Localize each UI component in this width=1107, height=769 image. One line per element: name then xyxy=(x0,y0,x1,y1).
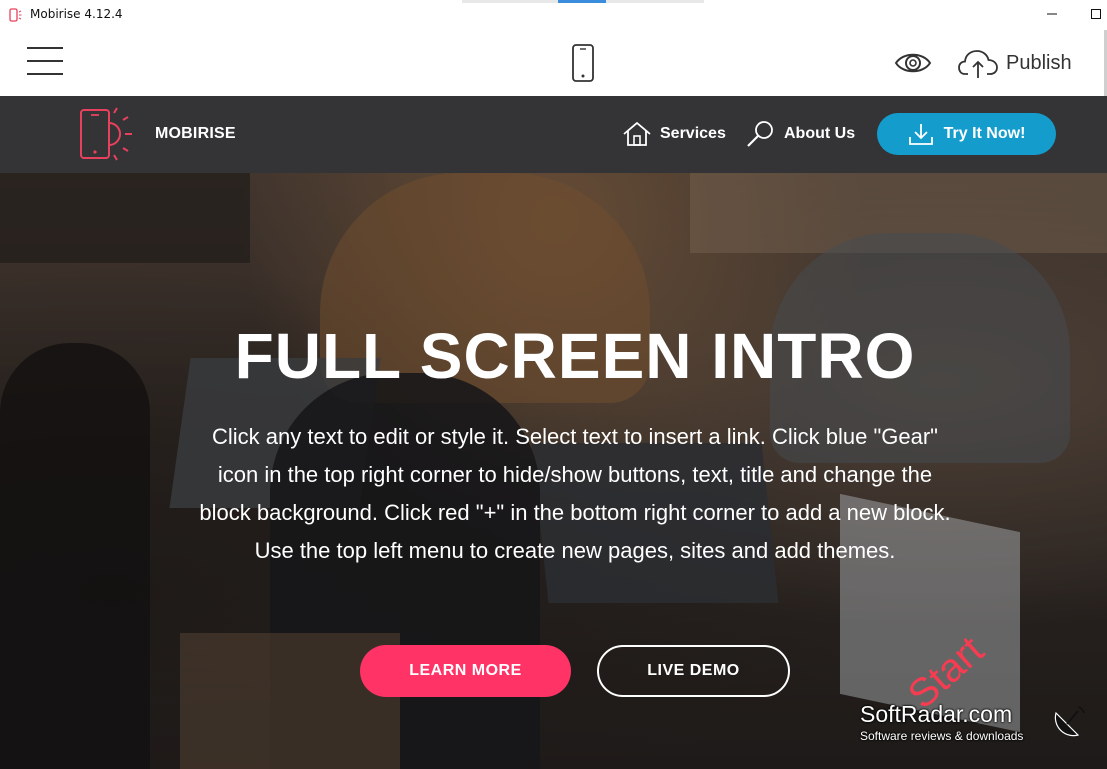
search-icon xyxy=(747,121,773,147)
satellite-dish-icon xyxy=(1054,706,1085,737)
nav-link-services[interactable]: Services xyxy=(622,120,726,148)
download-icon xyxy=(908,124,933,145)
cloud-upload-icon xyxy=(958,50,998,78)
editor-toolbar: Publish xyxy=(0,30,1107,96)
publish-label: Publish xyxy=(1006,51,1072,74)
nav-link-about-us[interactable]: About Us xyxy=(746,120,855,148)
window-titlebar: Mobirise 4.12.4 xyxy=(0,0,1107,31)
mobirise-app-icon xyxy=(9,8,22,22)
site-navbar: MOBIRISE Services About Us Try It Now! xyxy=(0,96,1107,173)
hero-title[interactable]: FULL SCREEN INTRO xyxy=(0,319,1107,393)
hamburger-icon xyxy=(27,47,63,49)
hamburger-icon-line xyxy=(27,73,63,75)
minimize-icon xyxy=(1047,13,1057,15)
mobile-view-button[interactable] xyxy=(571,44,595,82)
phone-sun-logo[interactable] xyxy=(78,106,142,162)
brand-name[interactable]: MOBIRISE xyxy=(155,125,236,143)
softradar-watermark: SoftRadar.com Software reviews & downloa… xyxy=(858,701,1098,751)
live-demo-button[interactable]: LIVE DEMO xyxy=(597,645,790,697)
hero-section[interactable]: FULL SCREEN INTRO Click any text to edit… xyxy=(0,173,1107,769)
hero-text[interactable]: Click any text to edit or style it. Sele… xyxy=(193,418,957,570)
hamburger-icon-line xyxy=(27,60,63,62)
learn-more-button[interactable]: LEARN MORE xyxy=(360,645,571,697)
nav-link-label: About Us xyxy=(784,125,856,142)
try-it-now-label: Try It Now! xyxy=(943,125,1026,142)
maximize-icon xyxy=(1091,9,1101,19)
active-tab-indicator xyxy=(558,0,606,3)
window-title: Mobirise 4.12.4 xyxy=(30,7,123,21)
watermark-name: SoftRadar.com xyxy=(860,701,1013,727)
main-menu-button[interactable] xyxy=(27,46,63,76)
home-icon xyxy=(623,121,651,146)
maximize-button[interactable] xyxy=(1086,4,1106,24)
nav-link-label: Services xyxy=(660,125,726,142)
minimize-button[interactable] xyxy=(1042,4,1062,24)
preview-button[interactable] xyxy=(894,50,932,76)
tab-strip xyxy=(462,0,704,3)
eye-icon xyxy=(894,53,932,73)
publish-button[interactable]: Publish xyxy=(958,44,1072,82)
try-it-now-button[interactable]: Try It Now! xyxy=(877,113,1056,155)
watermark-tagline: Software reviews & downloads xyxy=(860,729,1024,743)
mobile-device-icon xyxy=(572,44,594,82)
